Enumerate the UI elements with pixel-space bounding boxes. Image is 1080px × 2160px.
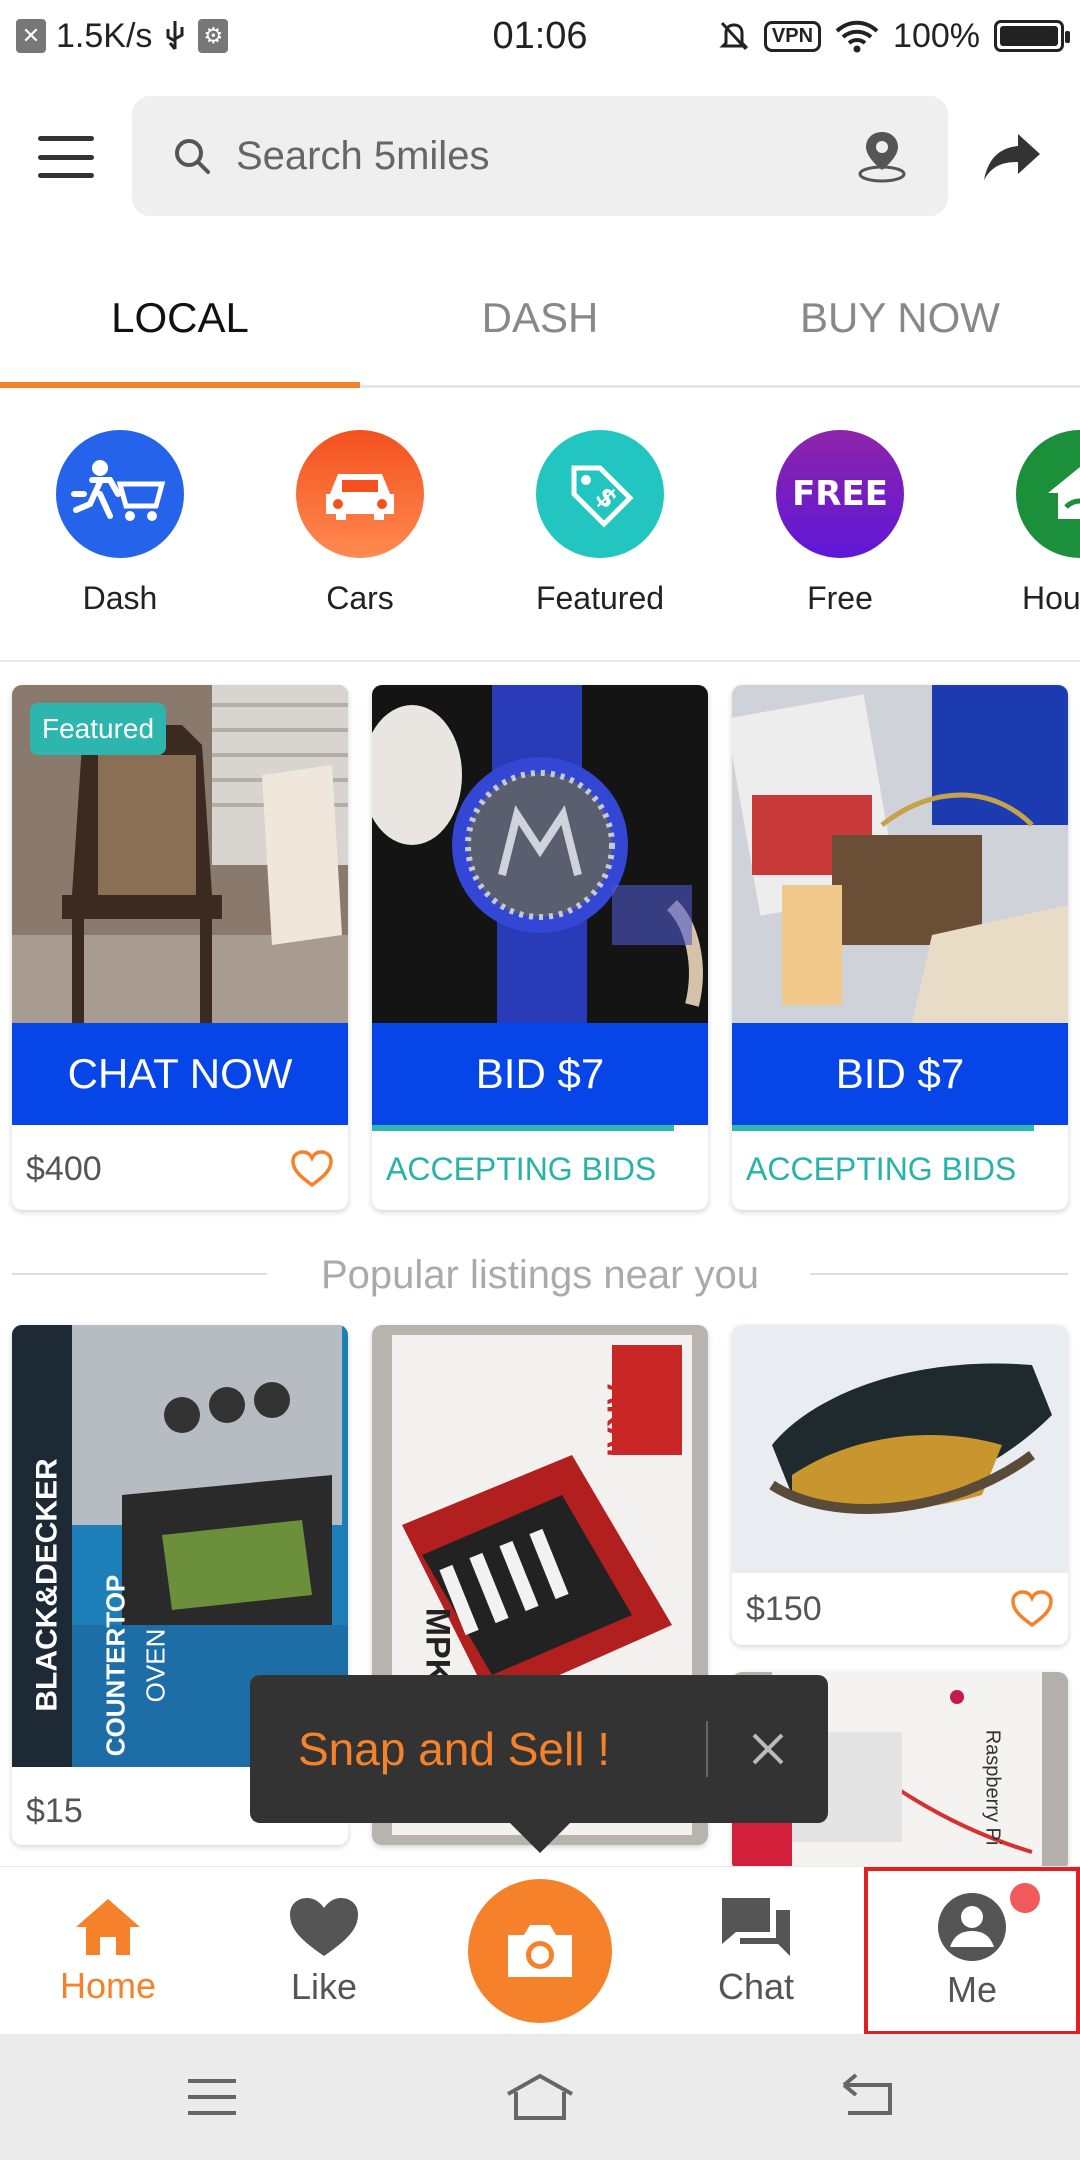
debug-icon: ⚙ (198, 19, 229, 53)
sneaker-image (732, 1325, 1068, 1573)
menu-icon[interactable] (38, 136, 94, 178)
featured-card[interactable]: BID $7 ACCEPTING BIDS (732, 685, 1068, 1210)
category-label: Dash (82, 580, 158, 616)
usb-icon (166, 21, 184, 50)
bid-button[interactable]: BID $7 (732, 1023, 1068, 1125)
status-bar: ✕ 1.5K/s ⚙ 01:06 VPN 100% (0, 0, 1080, 72)
back-icon[interactable] (828, 2064, 908, 2130)
status-left: ✕ 1.5K/s ⚙ (16, 16, 229, 56)
category-featured[interactable]: $ Featured (500, 430, 700, 617)
home-icon (76, 1899, 140, 1955)
nav-home[interactable]: Home (0, 1867, 216, 2035)
category-row: Dash Cars $ Featured FREE Free Hou (0, 430, 1080, 630)
heart-outline-icon[interactable] (290, 1149, 334, 1189)
section-title-text: Popular listings near you (320, 1252, 760, 1297)
sell-camera-button[interactable] (468, 1879, 612, 2023)
tooltip-text: Snap and Sell ! (298, 1723, 611, 1775)
image-text: BLACK&DECKER (31, 1458, 64, 1712)
image-text: COUNTERTOP (100, 1574, 131, 1756)
bid-status: ACCEPTING BIDS (386, 1150, 657, 1187)
featured-badge: Featured (30, 703, 167, 755)
nav-label: Chat (717, 1966, 795, 2007)
category-dash[interactable]: Dash (20, 430, 220, 617)
system-nav-bar (0, 2034, 1080, 2160)
free-icon: FREE (776, 430, 904, 558)
wifi-icon (835, 20, 879, 53)
category-free[interactable]: FREE Free (740, 430, 940, 617)
house-icon (1016, 430, 1080, 558)
status-right: VPN 100% (718, 16, 1070, 56)
image-text: Raspberry Pi (981, 1729, 1004, 1845)
nav-like[interactable]: Like (216, 1867, 432, 2035)
free-icon-text: FREE (792, 474, 888, 514)
image-text: OVEN (140, 1628, 171, 1702)
bell-off-icon (719, 21, 749, 51)
category-label: Featured (535, 580, 665, 616)
tab-local[interactable]: LOCAL (0, 250, 360, 388)
category-cars[interactable]: Cars (260, 430, 460, 617)
nav-label: Like (290, 1966, 358, 2007)
me-highlight-box (864, 1867, 1080, 2035)
category-label: Free (807, 580, 873, 616)
nav-chat[interactable]: Chat (648, 1867, 864, 2035)
car-icon (296, 430, 424, 558)
card-footer: ACCEPTING BIDS (732, 1125, 1068, 1210)
category-label: Hou (1022, 580, 1080, 616)
section-divider-right (810, 1273, 1068, 1275)
share-icon[interactable] (980, 126, 1044, 186)
price: $150 (746, 1589, 822, 1628)
section-divider-left (12, 1273, 267, 1275)
raspberry-pi-label: Raspberry Pi (972, 1702, 1012, 1872)
close-icon[interactable] (708, 1675, 828, 1823)
heart-icon (290, 1898, 358, 1956)
oven-box-label-2: OVEN (136, 1605, 176, 1725)
bottom-nav: Home Like Chat Me (0, 1866, 1080, 2035)
tab-dash[interactable]: DASH (360, 250, 720, 385)
tab-bar: LOCAL DASH BUY NOW (0, 250, 1080, 388)
bid-button[interactable]: BID $7 (372, 1023, 708, 1125)
card-footer: $400 (12, 1125, 348, 1210)
price-tag-icon: $ (536, 430, 664, 558)
louis-vuitton-wallet-image (732, 685, 1068, 1023)
home-system-icon[interactable] (500, 2064, 580, 2130)
keyboard-box-brand: AKAI (592, 1365, 642, 1475)
image-text: AKAI (601, 1383, 634, 1457)
blue-watch-image (372, 685, 708, 1023)
battery-level-fill (1000, 26, 1058, 46)
app-root: ✕ 1.5K/s ⚙ 01:06 VPN 100% Search 5miles … (0, 0, 1080, 2160)
nav-label: Home (59, 1965, 157, 2006)
snap-and-sell-tooltip[interactable]: Snap and Sell ! (250, 1675, 828, 1853)
search-bar[interactable]: Search 5miles (132, 96, 948, 216)
battery-percent: 100% (893, 16, 980, 55)
card-footer: $150 (732, 1573, 1068, 1645)
image-text: MPK (418, 1607, 457, 1683)
category-label: Cars (326, 580, 394, 616)
oven-box-label: COUNTERTOP (94, 1574, 138, 1756)
recents-icon[interactable] (172, 2064, 252, 2130)
battery-icon (994, 20, 1070, 52)
oven-box-brand: BLACK&DECKER (28, 1425, 68, 1745)
divider (0, 660, 1080, 662)
heart-outline-icon[interactable] (1010, 1589, 1054, 1629)
category-housing[interactable]: Hou (980, 430, 1080, 617)
section-title: Popular listings near you (0, 1245, 1080, 1305)
app-header: Search 5miles (0, 96, 1080, 216)
network-speed: 1.5K/s (56, 16, 153, 55)
chat-now-button[interactable]: CHAT NOW (12, 1023, 348, 1125)
search-input[interactable]: Search 5miles (236, 134, 856, 179)
camera-icon (508, 1925, 572, 1977)
chat-icon (722, 1898, 790, 1956)
bid-status: ACCEPTING BIDS (746, 1150, 1017, 1187)
dash-cart-icon (56, 430, 184, 558)
search-icon (175, 139, 210, 174)
price: $400 (26, 1149, 102, 1188)
notification-icon: ✕ (16, 19, 46, 53)
vpn-icon: VPN (763, 20, 822, 52)
featured-card[interactable]: Featured CHAT NOW $400 (12, 685, 348, 1210)
location-pin-icon[interactable] (856, 128, 908, 184)
tab-buy-now[interactable]: BUY NOW (720, 250, 1080, 385)
featured-card[interactable]: BID $7 ACCEPTING BIDS (372, 685, 708, 1210)
card-footer: ACCEPTING BIDS (372, 1125, 708, 1210)
listing-card[interactable]: $150 (732, 1325, 1068, 1645)
